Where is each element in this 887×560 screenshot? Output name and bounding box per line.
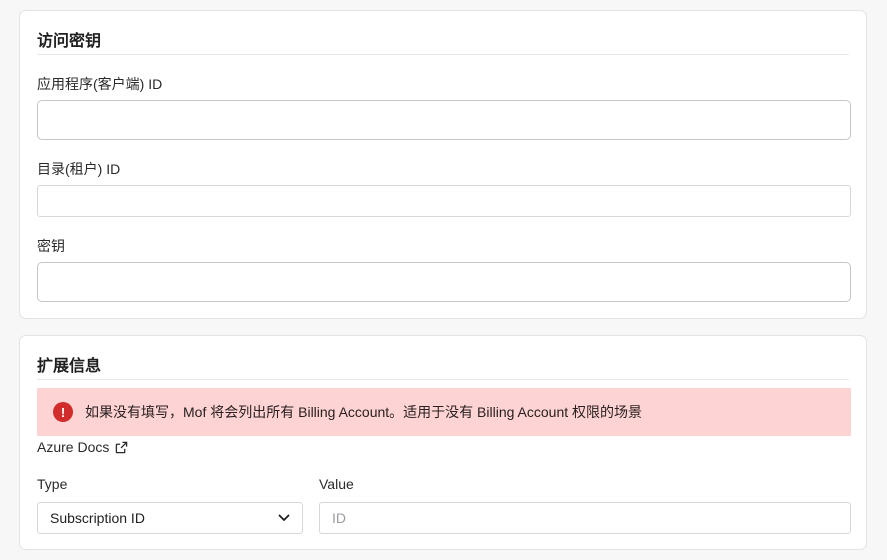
exclamation-icon: ! [53,402,73,422]
access-key-card: 访问密钥 应用程序(客户端) ID 目录(租户) ID 密钥 [19,10,867,319]
info-alert: ! 如果没有填写，Mof 将会列出所有 Billing Account。适用于没… [37,388,851,436]
azure-docs-link[interactable]: Azure Docs [37,439,128,455]
tenant-id-input[interactable] [37,185,851,217]
chevron-down-icon [278,514,290,521]
type-label: Type [37,476,68,492]
type-select-value: Subscription ID [50,510,145,526]
external-link-icon [116,441,128,453]
app-id-input[interactable] [37,100,851,140]
alert-text: 如果没有填写，Mof 将会列出所有 Billing Account。适用于没有 … [85,404,643,420]
secret-label: 密钥 [37,238,65,254]
type-select[interactable]: Subscription ID [37,502,303,534]
tenant-id-label: 目录(租户) ID [37,161,121,177]
value-input[interactable] [319,502,851,534]
app-id-label: 应用程序(客户端) ID [37,76,163,92]
extended-info-divider [37,379,849,380]
azure-docs-label: Azure Docs [37,439,110,455]
extended-info-card: 扩展信息 ! 如果没有填写，Mof 将会列出所有 Billing Account… [19,335,867,550]
extended-info-title: 扩展信息 [37,358,102,375]
value-label: Value [319,476,354,492]
secret-input[interactable] [37,262,851,302]
access-key-title: 访问密钥 [37,33,102,50]
access-key-divider [37,54,849,55]
